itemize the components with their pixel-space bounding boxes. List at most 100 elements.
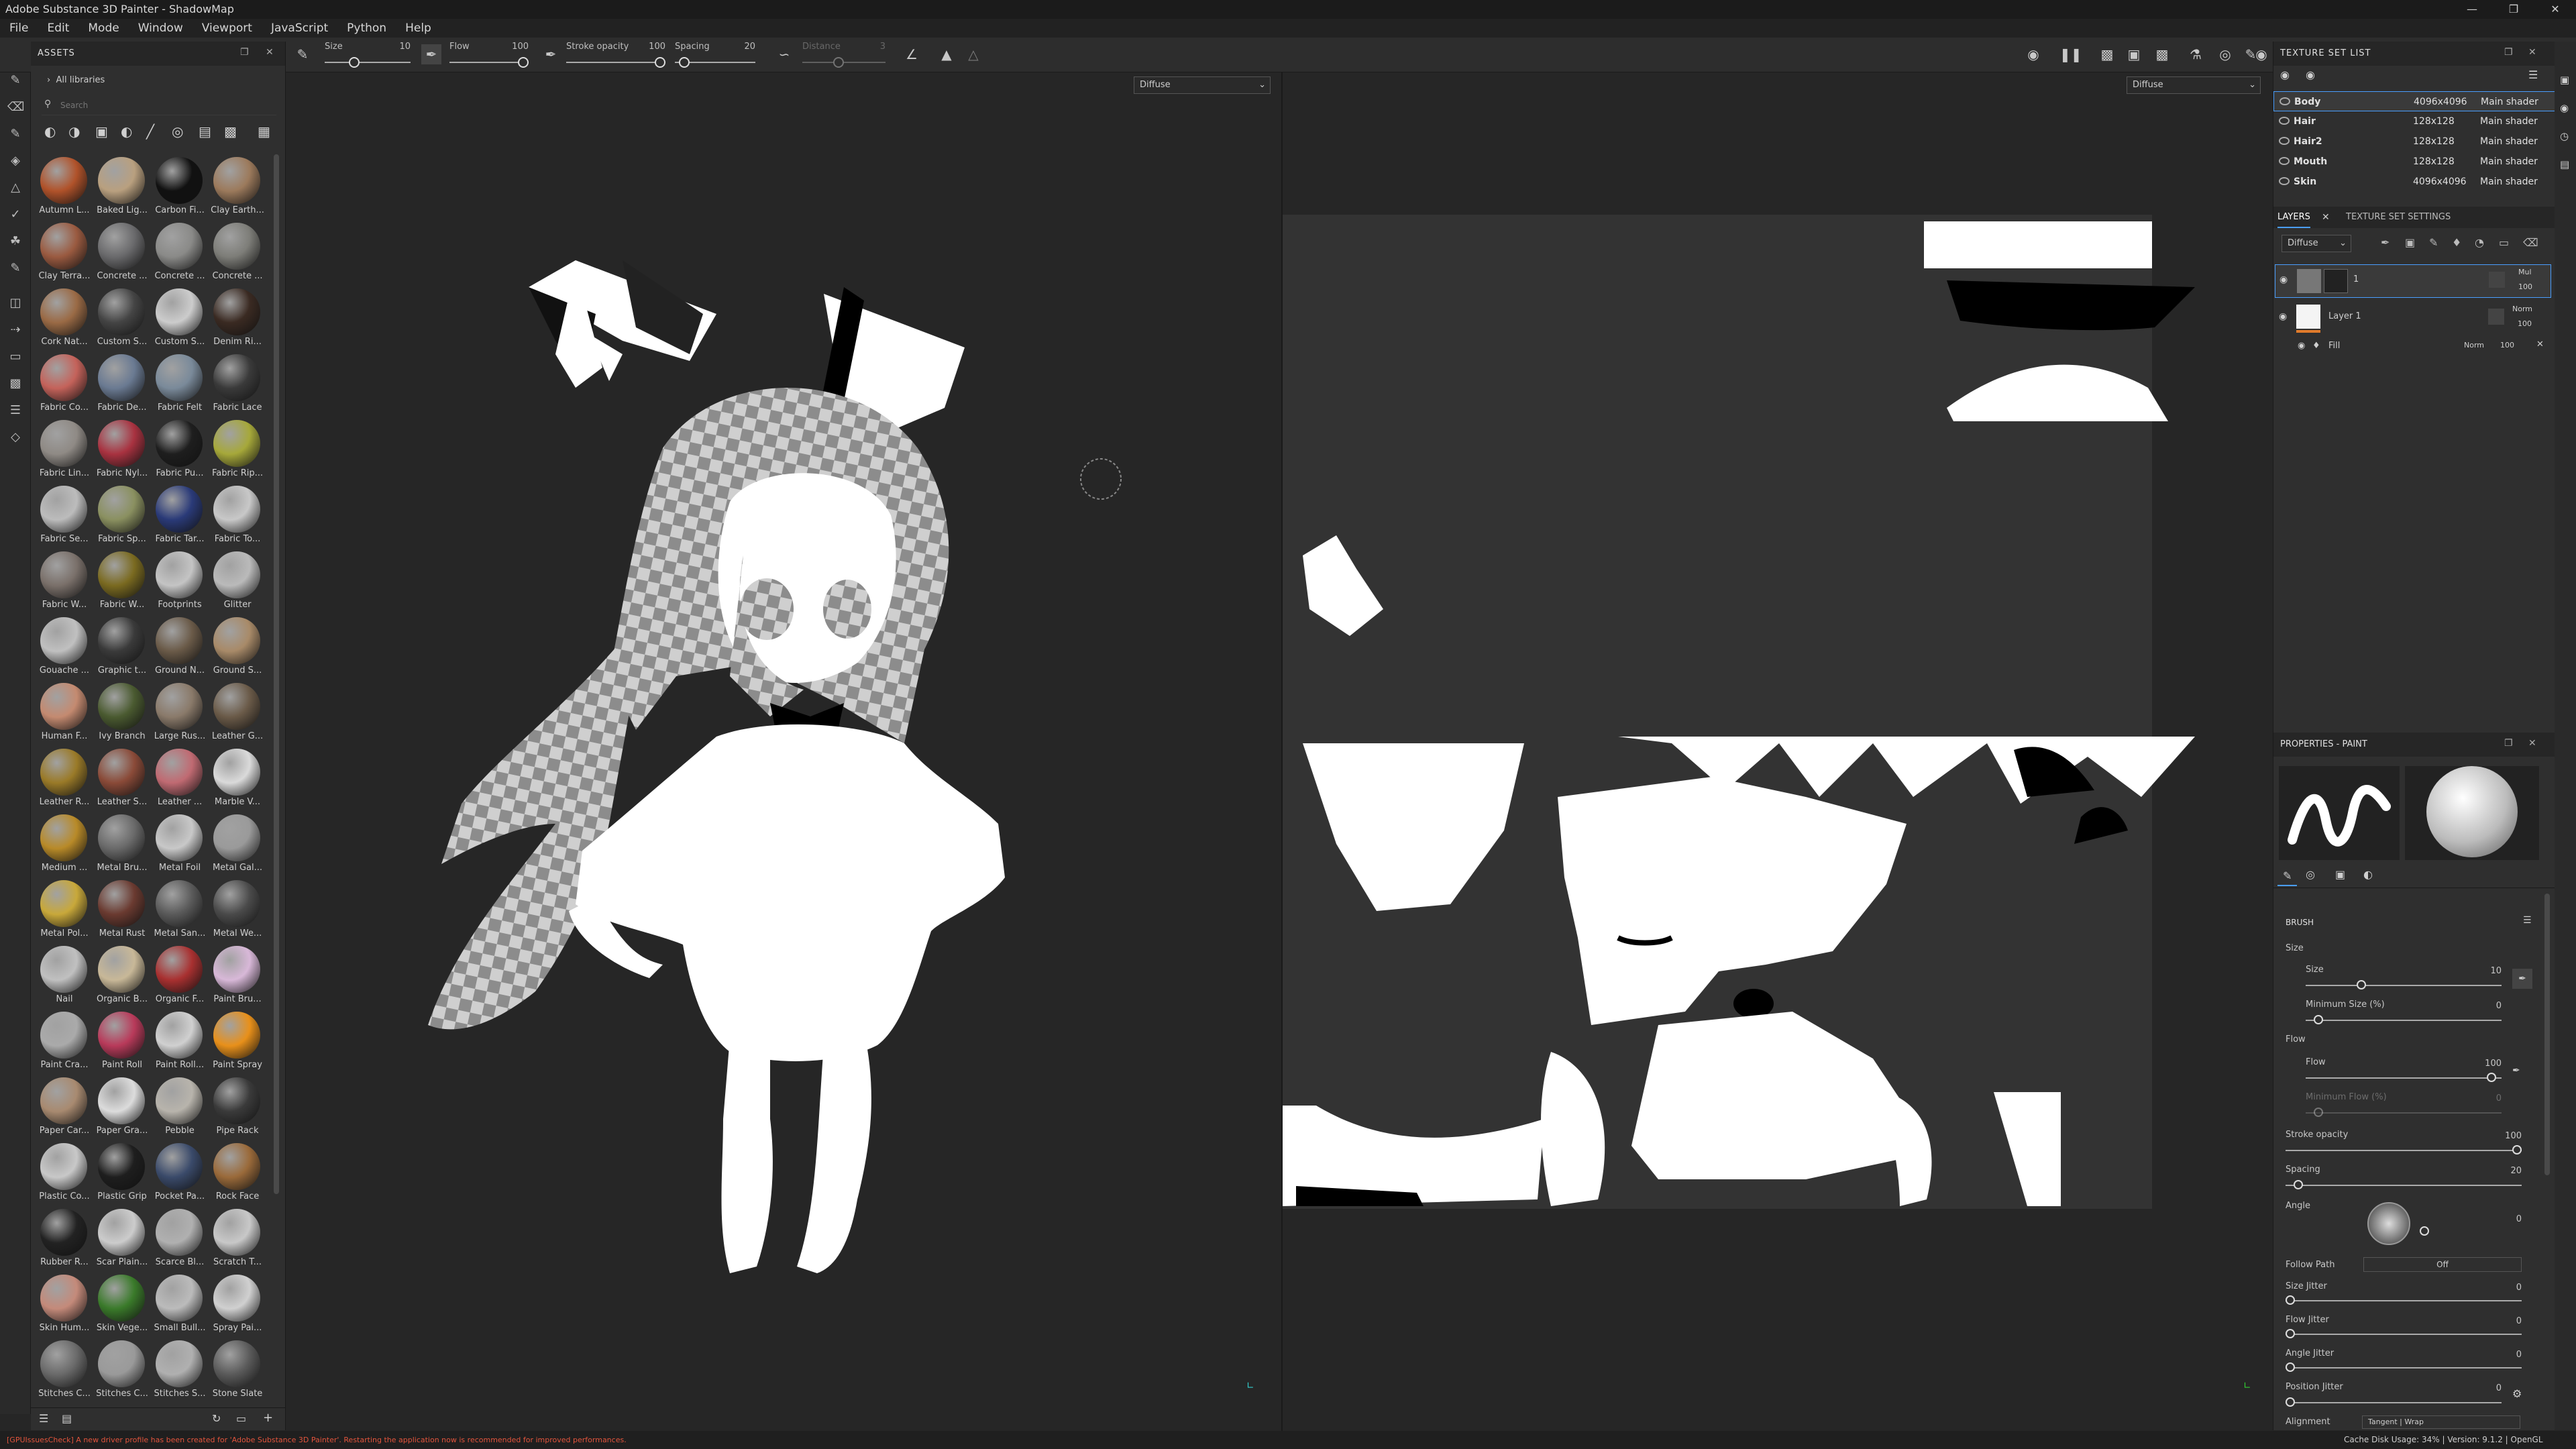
toolbar-flow-knob[interactable] (518, 57, 529, 68)
add-smart-icon[interactable]: ◔ (2475, 236, 2484, 249)
layer-row-fill[interactable]: ◉ ♦ Fill Norm 100 ✕ (2275, 337, 2551, 356)
size-pressure-icon[interactable]: ✒ (2512, 969, 2532, 989)
asset-item[interactable]: Ground S... (209, 616, 267, 682)
asset-item[interactable]: Skin Hum... (36, 1273, 94, 1339)
tab-material-icon[interactable]: ◐ (2363, 868, 2373, 881)
assets-undock-icon[interactable]: ❐ (240, 47, 249, 58)
asset-item[interactable]: Fabric W... (36, 550, 94, 616)
asset-item[interactable]: Fabric Felt (152, 353, 209, 419)
library-selector[interactable]: › All libraries (47, 75, 105, 85)
symmetry-icon[interactable]: ∠ (902, 44, 922, 64)
position-jitter-settings-icon[interactable]: ⚙ (2512, 1387, 2522, 1400)
texture-set-shader[interactable]: Main shader (2480, 111, 2538, 131)
asset-item[interactable]: Plastic Co... (36, 1142, 94, 1208)
asset-item[interactable]: Paper Gra... (94, 1076, 152, 1142)
asset-item[interactable]: Fabric Nyl... (94, 419, 152, 484)
spacing-knob[interactable] (2294, 1180, 2303, 1189)
menu-viewport[interactable]: Viewport (193, 19, 262, 38)
screenshot-icon[interactable]: ◉ (2251, 44, 2271, 64)
asset-item[interactable]: Pebble (152, 1076, 209, 1142)
assets-settings-icon[interactable]: ☰ (39, 1412, 48, 1425)
asset-item[interactable]: Fabric Pu... (152, 419, 209, 484)
minimize-icon[interactable]: — (2451, 0, 2493, 19)
filter-alphas-icon[interactable]: ▩ (224, 123, 237, 140)
properties-close-icon[interactable]: ✕ (2528, 738, 2536, 749)
tab-layers-close-icon[interactable]: ✕ (2322, 212, 2330, 223)
min-flow-track[interactable] (2306, 1112, 2502, 1114)
asset-item[interactable]: Fabric De... (94, 353, 152, 419)
texture-set-visibility-icon[interactable] (2279, 157, 2290, 165)
fill-remove-icon[interactable]: ✕ (2536, 339, 2544, 350)
texture-set-row[interactable]: Hair 128x128 Main shader (2273, 111, 2555, 131)
layer-row-2[interactable]: ◉ Layer 1 Norm 100 (2275, 302, 2551, 335)
size-value[interactable]: 10 (2475, 966, 2502, 976)
position-jitter-knob[interactable] (2286, 1397, 2295, 1407)
brush-settings-icon[interactable]: ✎ (292, 44, 313, 64)
menu-edit[interactable]: Edit (38, 19, 78, 38)
min-size-value[interactable]: 0 (2475, 1001, 2502, 1011)
assets-folder-icon[interactable]: ▭ (236, 1412, 246, 1425)
lazy-mouse-icon[interactable]: ∽ (774, 44, 794, 64)
layers-tool-icon[interactable]: ☰ (7, 402, 23, 419)
asset-item[interactable]: Small Bull... (152, 1273, 209, 1339)
angle-value[interactable]: 0 (2495, 1214, 2522, 1224)
toolbar-size-knob[interactable] (349, 57, 360, 68)
paint-tool-icon[interactable]: ✎ (7, 72, 23, 89)
fill-visibility-icon[interactable]: ◉ (2298, 341, 2305, 351)
asset-item[interactable]: Rubber R... (36, 1208, 94, 1273)
angle-knob[interactable] (2420, 1226, 2429, 1236)
viewport-uv[interactable]: Diffuse ⌄ ∟ (1281, 72, 2271, 1431)
asset-item[interactable]: Pocket Pa... (152, 1142, 209, 1208)
pen-pressure-icon[interactable]: ✒ (421, 44, 441, 64)
texture-set-visibility-icon[interactable] (2279, 177, 2290, 185)
assets-list-icon[interactable]: ▤ (62, 1412, 72, 1425)
asset-item[interactable]: Fabric W... (94, 550, 152, 616)
menu-help[interactable]: Help (396, 19, 441, 38)
texture-set-visibility-icon[interactable] (2279, 97, 2290, 105)
asset-item[interactable]: Leather R... (36, 747, 94, 813)
stroke-opacity-track[interactable] (2286, 1150, 2522, 1151)
cube-view-icon[interactable]: ▣ (2124, 44, 2144, 64)
texture-set-shader[interactable]: Main shader (2480, 152, 2538, 172)
angle-jitter-value[interactable]: 0 (2495, 1350, 2522, 1360)
asset-item[interactable]: Skin Vege... (94, 1273, 152, 1339)
filter-materials-icon[interactable]: ◐ (44, 123, 56, 140)
asset-item[interactable]: Denim Ri... (209, 287, 267, 353)
asset-item[interactable]: Clay Earth... (209, 156, 267, 221)
search-input[interactable] (60, 98, 262, 113)
toolbar-size[interactable]: Size 10 (325, 40, 411, 70)
geometry-fill-icon[interactable]: ◈ (7, 153, 23, 169)
asset-item[interactable]: Paint Roll... (152, 1010, 209, 1076)
shelf-icon[interactable]: ◇ (7, 429, 23, 445)
maximize-icon[interactable]: ❐ (2493, 0, 2534, 19)
asset-item[interactable]: Paint Bru... (209, 945, 267, 1010)
size-jitter-knob[interactable] (2286, 1295, 2295, 1305)
min-size-track[interactable] (2306, 1020, 2502, 1021)
toolbar-distance-knob[interactable] (833, 57, 844, 68)
asset-item[interactable]: Fabric Sp... (94, 484, 152, 550)
asset-item[interactable]: Organic F... (152, 945, 209, 1010)
asset-item[interactable]: Clay Terra... (36, 221, 94, 287)
clone-tool-icon[interactable]: ☘ (7, 233, 23, 250)
asset-item[interactable]: Custom S... (94, 287, 152, 353)
toolbar-stroke-opacity-track[interactable] (566, 62, 665, 63)
asset-item[interactable]: Carbon Fi... (152, 156, 209, 221)
add-folder-icon[interactable]: ▭ (2499, 236, 2509, 249)
asset-item[interactable]: Metal Gal... (209, 813, 267, 879)
asset-item[interactable]: Graphic t... (94, 616, 152, 682)
assets-add-icon[interactable]: + (263, 1411, 273, 1425)
asset-item[interactable]: Large Rus... (152, 682, 209, 747)
camera-video-icon[interactable]: ▩ (2152, 44, 2172, 64)
history-icon[interactable]: ◷ (2560, 130, 2569, 142)
angle-dial[interactable] (2367, 1202, 2410, 1245)
add-paint-layer-icon[interactable]: ✎ (2429, 236, 2438, 249)
spacing-value[interactable]: 20 (2495, 1166, 2522, 1176)
flow-track[interactable] (2306, 1077, 2502, 1079)
flow-pressure-icon[interactable]: ✒ (2512, 1065, 2520, 1076)
asset-item[interactable]: Autumn L... (36, 156, 94, 221)
asset-item[interactable]: Scratch T... (209, 1208, 267, 1273)
display-settings-icon[interactable]: ◉ (2560, 102, 2569, 114)
assets-scrollbar[interactable] (274, 154, 279, 1194)
projection-tool-icon[interactable]: ✎ (7, 126, 23, 142)
asset-item[interactable]: Fabric Se... (36, 484, 94, 550)
